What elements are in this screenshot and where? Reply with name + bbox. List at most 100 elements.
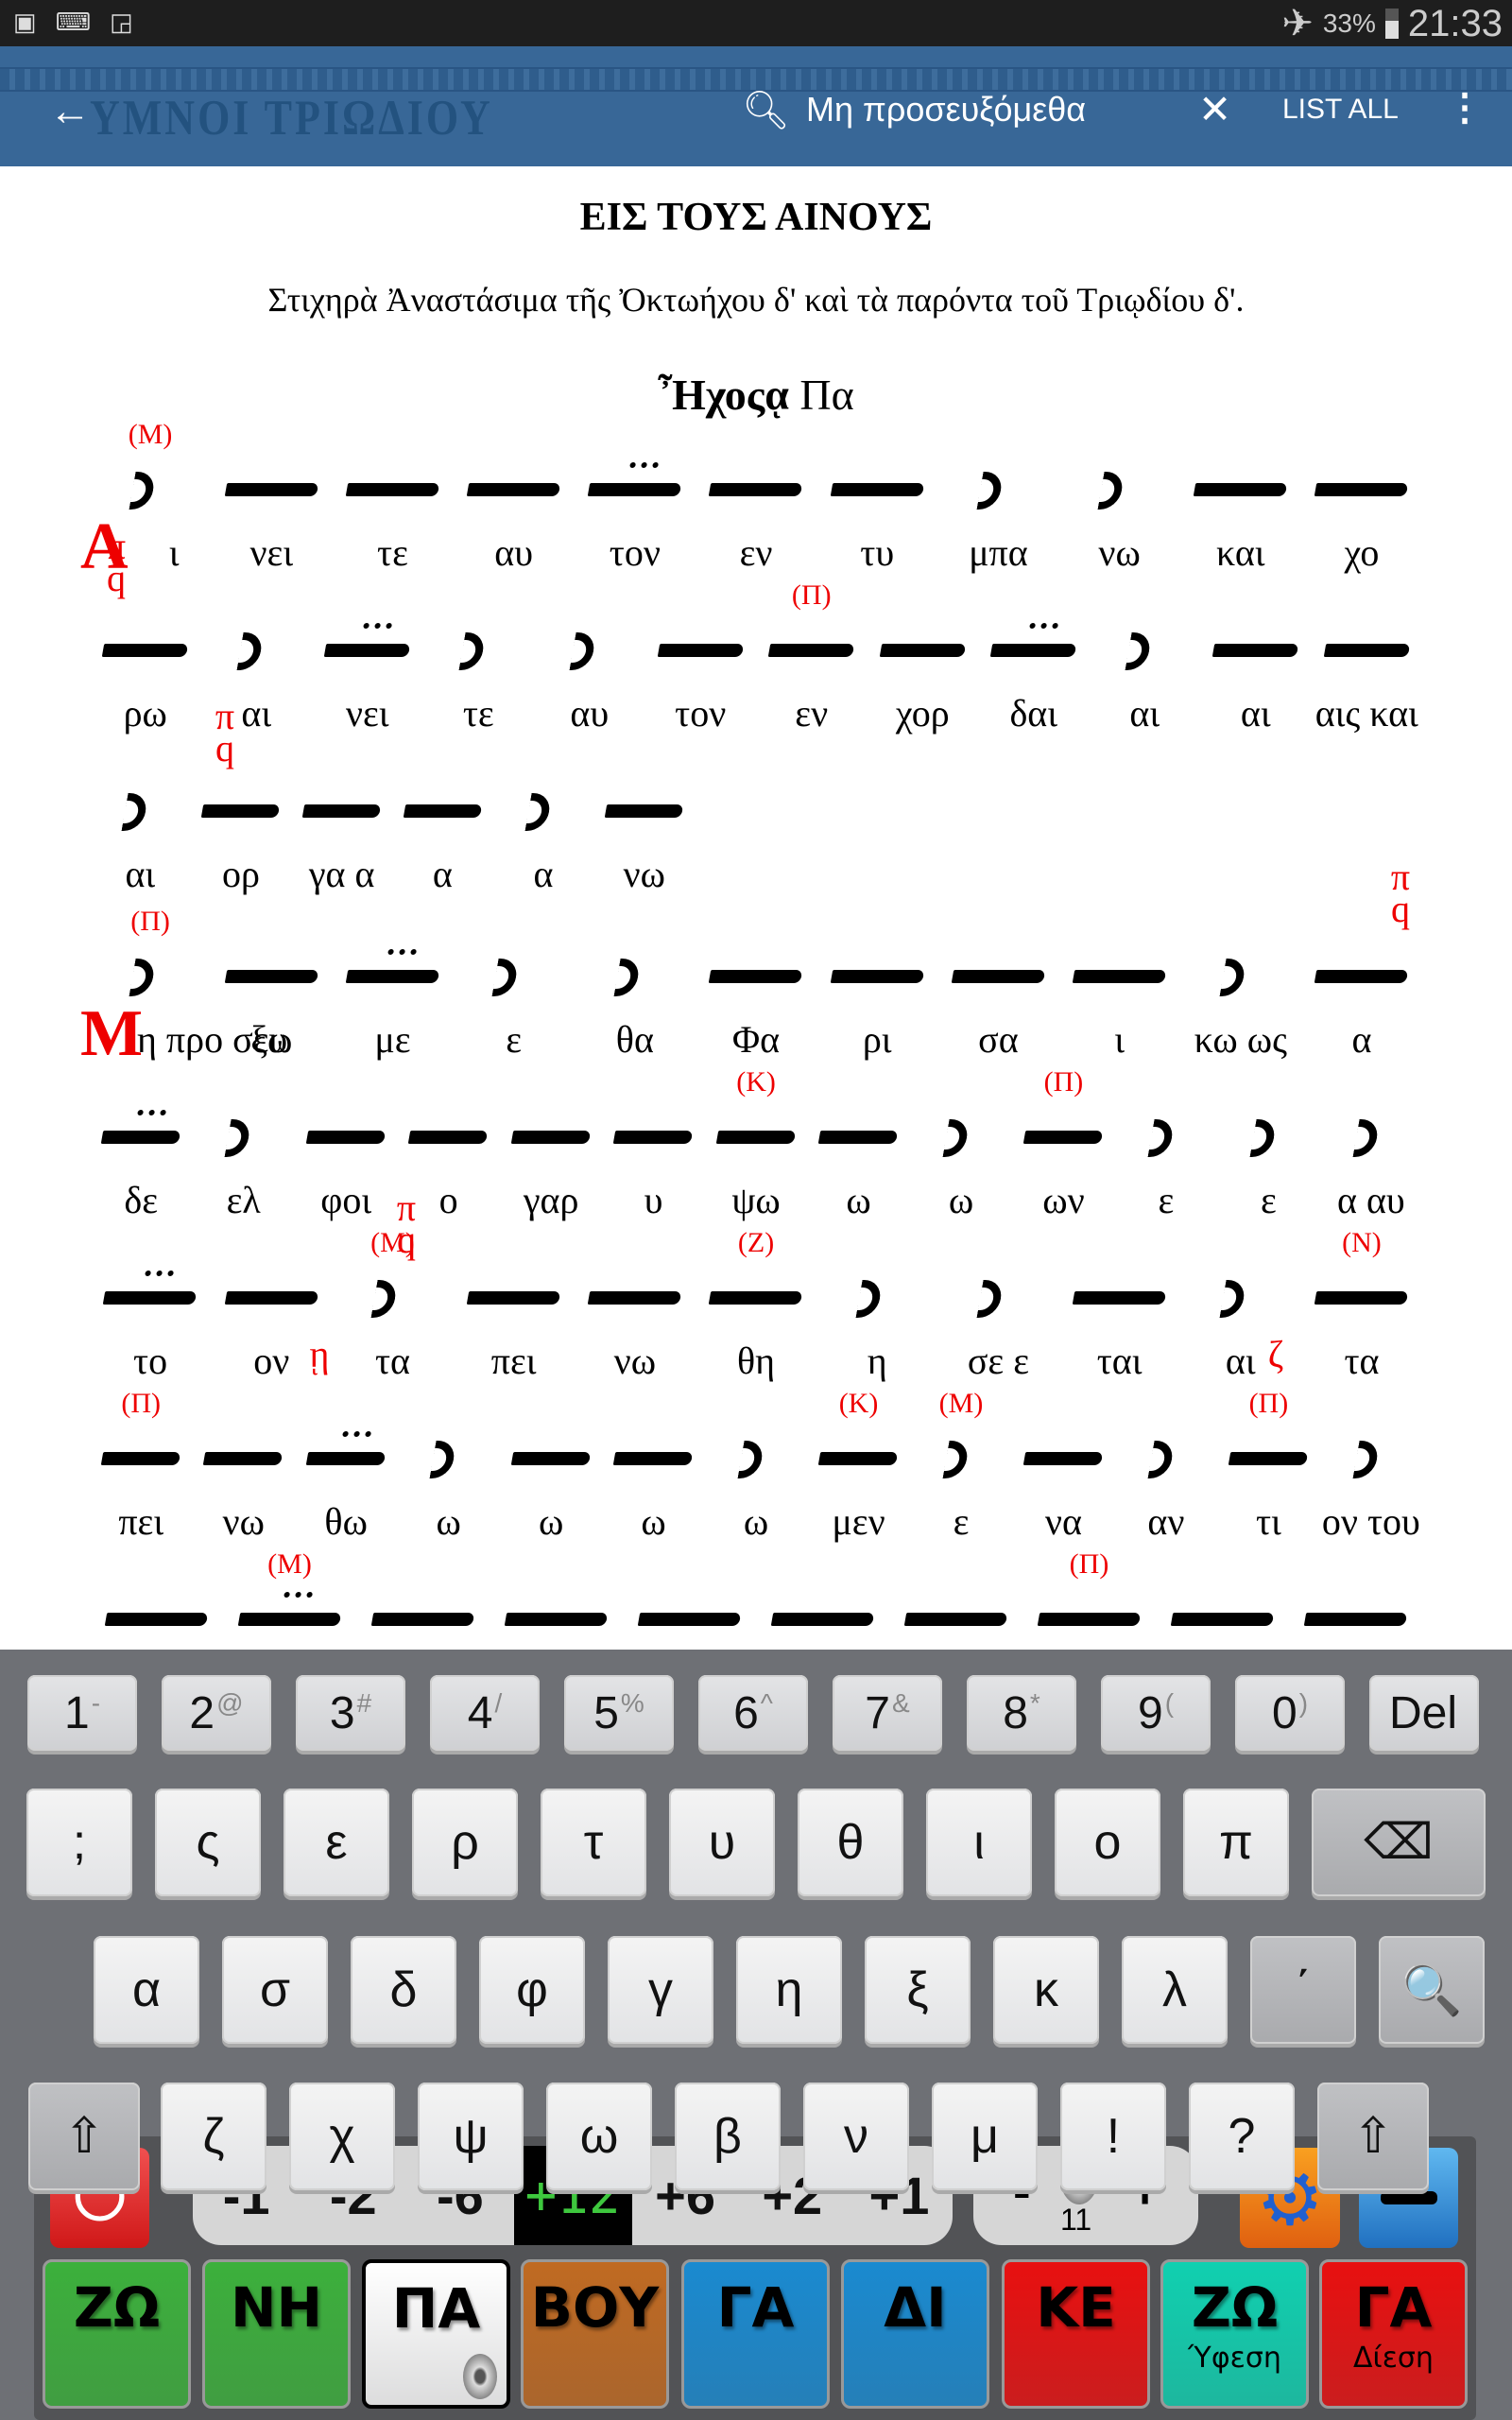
oligon-neume-icon — [510, 1452, 592, 1465]
key-η[interactable]: η — [736, 1936, 842, 2044]
key-label: ρ — [451, 1815, 479, 1870]
kentimata-neume-icon — [587, 483, 682, 496]
key-ε[interactable]: ε — [284, 1789, 389, 1896]
key-2[interactable]: 3 # — [296, 1675, 405, 1751]
shift-key[interactable]: ⇧ — [28, 2083, 140, 2190]
key-6[interactable]: 7 & — [833, 1675, 942, 1751]
syllable-cell: α — [1301, 942, 1422, 1102]
key-ο[interactable]: ο — [1055, 1789, 1160, 1896]
mode-button[interactable]: ΝΗ — [202, 2259, 351, 2409]
key-ω[interactable]: ω — [546, 2083, 652, 2190]
mode-signature: Ἦχοςᾳ Πα — [0, 370, 1512, 420]
oligon-neume-icon — [1193, 483, 1288, 496]
backspace-key[interactable]: ⌫ — [1312, 1789, 1486, 1896]
syllable-cell: αυ — [534, 615, 645, 776]
key-θ[interactable]: θ — [798, 1789, 903, 1896]
key-μ[interactable]: μ — [932, 2083, 1038, 2190]
app-title: ΥΜΝΟΙ ΤΡΙΩΔΙΟΥ — [90, 90, 493, 146]
apostrofos-neume-icon — [458, 632, 487, 670]
shift-key[interactable]: ⇧ — [1317, 2083, 1429, 2190]
app-bar: ← ΥΜΝΟΙ ΤΡΙΩΔΙΟΥ 🔍︎ Μη προσευξόμεθα ✕ LI… — [0, 46, 1512, 166]
key-ξ[interactable]: ξ — [865, 1936, 971, 2044]
mode-button[interactable]: ΓΑ Δίεση — [1319, 2259, 1468, 2409]
key-χ[interactable]: χ — [289, 2083, 395, 2190]
oligon-neume-icon — [709, 970, 803, 983]
key-label: 2 — [189, 1687, 215, 1738]
apostrofos-neume-icon — [1352, 1441, 1381, 1478]
apostrofos-neume-icon — [524, 793, 553, 831]
key-7[interactable]: 8 * — [967, 1675, 1076, 1751]
oligon-neume-icon — [408, 1131, 490, 1144]
syllable-cell: ω — [807, 1102, 909, 1263]
key-ι[interactable]: ι — [926, 1789, 1032, 1896]
key-![interactable]: ! — [1060, 2083, 1166, 2190]
martyria-mark: (Κ) — [838, 1388, 879, 1419]
syllable: τι — [1255, 1500, 1281, 1543]
key-ζ[interactable]: ζ — [161, 2083, 266, 2190]
mode-button[interactable]: ΠΑ — [362, 2259, 510, 2409]
key-΄[interactable]: ΄ — [1250, 1936, 1356, 2044]
syllable: χορ — [895, 692, 950, 735]
key-3[interactable]: 4/ — [430, 1675, 540, 1751]
key-8[interactable]: 9( — [1101, 1675, 1211, 1751]
syllable: πει — [490, 1340, 537, 1382]
key-;[interactable]: ; — [26, 1789, 132, 1896]
mode-button[interactable]: ΔΙ — [841, 2259, 989, 2409]
key-1[interactable]: 2 @ — [162, 1675, 271, 1751]
martyria-mark: (Ν) — [1342, 1227, 1382, 1258]
mode-label: ΓΑ — [716, 2275, 795, 2340]
mode-button[interactable]: ΚΕ — [1002, 2259, 1150, 2409]
syllable-cell: πει — [454, 1263, 575, 1424]
mode-button[interactable]: ΒΟΥ — [521, 2259, 669, 2409]
syllable-cell: χορ — [868, 615, 979, 776]
list-all-button[interactable]: LIST ALL — [1282, 94, 1399, 126]
key-0[interactable]: 1- — [27, 1675, 137, 1751]
key-10[interactable]: Del — [1369, 1675, 1479, 1751]
martyria-eta: ῃ — [309, 1333, 330, 1375]
key-α[interactable]: α — [94, 1936, 199, 2044]
key-4[interactable]: 5% — [564, 1675, 674, 1751]
key-9[interactable]: 0) — [1235, 1675, 1345, 1751]
search-input[interactable]: Μη προσευξόμεθα — [806, 90, 1086, 130]
key-λ[interactable]: λ — [1122, 1936, 1228, 2044]
key-β[interactable]: β — [675, 2083, 781, 2190]
key-5[interactable]: 6 ^ — [698, 1675, 808, 1751]
oligon-neume-icon — [1314, 1291, 1409, 1305]
mode-button[interactable]: ΖΩ Ύφεση — [1160, 2259, 1309, 2409]
key-φ[interactable]: φ — [479, 1936, 585, 2044]
key-γ[interactable]: γ — [608, 1936, 713, 2044]
key-ρ[interactable]: ρ — [412, 1789, 518, 1896]
key-?[interactable]: ? — [1189, 2083, 1295, 2190]
mode-button[interactable]: ΖΩ — [43, 2259, 191, 2409]
key-κ[interactable]: κ — [993, 1936, 1099, 2044]
apostrofos-neume-icon — [1147, 1119, 1176, 1157]
oligon-neume-icon — [767, 644, 855, 657]
key-π[interactable]: π — [1183, 1789, 1289, 1896]
syllable-cell: μπα — [937, 455, 1058, 615]
mode-button[interactable]: ΓΑ — [681, 2259, 830, 2409]
martyria-mark: (Π) — [121, 1388, 162, 1419]
oligon-neume-icon — [604, 804, 684, 818]
key-τ[interactable]: τ — [541, 1789, 646, 1896]
apostrofos-neume-icon — [224, 1119, 252, 1157]
key-ς[interactable]: ς — [155, 1789, 261, 1896]
back-arrow-icon[interactable]: ← — [49, 88, 91, 135]
key-υ[interactable]: υ — [669, 1789, 775, 1896]
clear-search-icon[interactable]: ✕ — [1198, 86, 1231, 132]
key-σ[interactable]: σ — [222, 1936, 328, 2044]
oligon-neume-icon — [818, 1131, 899, 1144]
minus-icon — [1380, 2191, 1437, 2204]
key-alt-label: ^ — [760, 1688, 773, 1718]
oligon-neume-icon — [879, 644, 967, 657]
key-ψ[interactable]: ψ — [418, 2083, 524, 2190]
apostrofos-neume-icon — [855, 1280, 884, 1318]
key-δ[interactable]: δ — [351, 1936, 456, 2044]
syllable: κω ως — [1194, 1018, 1287, 1061]
syllable-cell: ρι — [816, 942, 937, 1102]
key-ν[interactable]: ν — [803, 2083, 909, 2190]
key-label: υ — [708, 1815, 736, 1870]
overflow-menu-icon[interactable]: ⋮ — [1446, 86, 1484, 130]
search-key[interactable]: 🔍 — [1379, 1936, 1485, 2044]
key-label: ω — [579, 2109, 619, 2164]
apostrofos-neume-icon — [1097, 472, 1125, 510]
